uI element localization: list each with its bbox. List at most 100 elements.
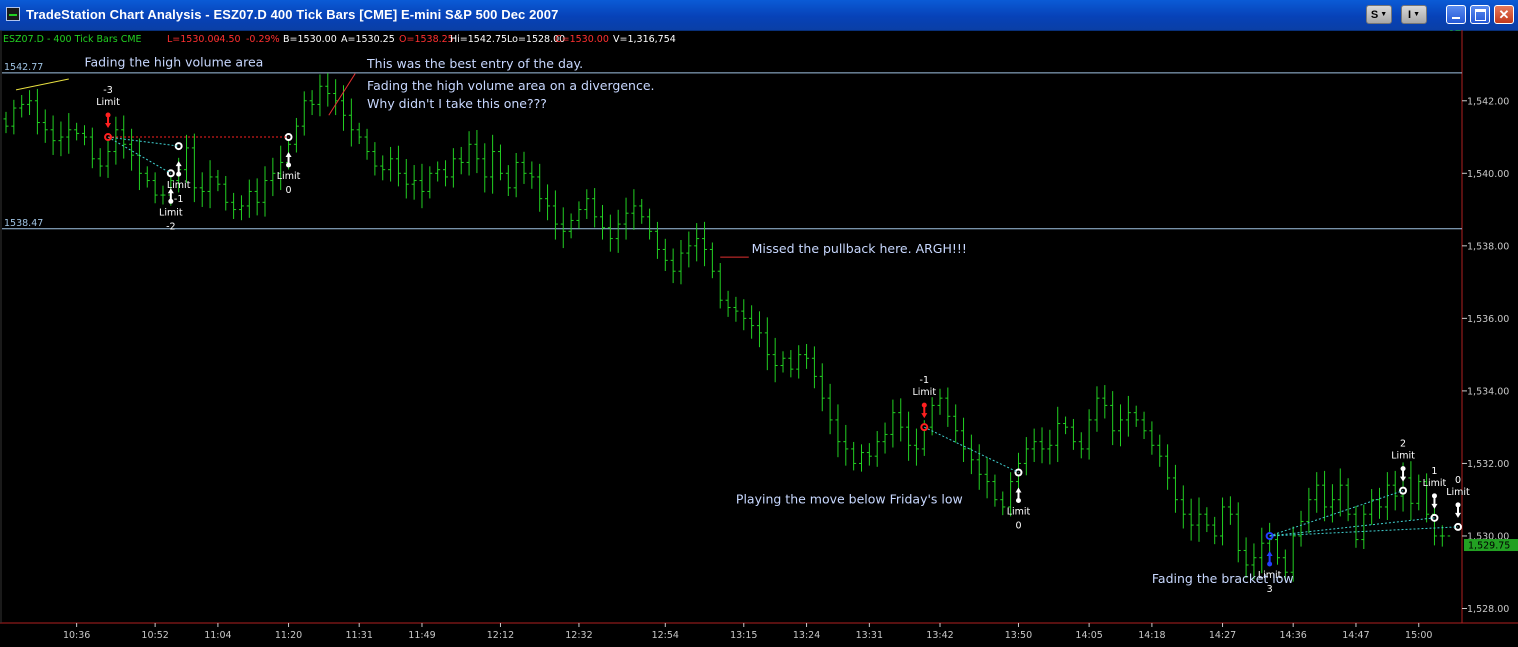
x-tick-label: 13:15 xyxy=(730,630,757,641)
position-label: -1 xyxy=(174,194,183,205)
y-tick-label: 1,534.00 xyxy=(1467,386,1509,397)
x-tick-label: 14:47 xyxy=(1342,630,1369,641)
x-tick-label: 13:50 xyxy=(1005,630,1032,641)
x-tick-label: 12:54 xyxy=(652,630,679,641)
status-symbol: ESZ07.D - 400 Tick Bars CME xyxy=(3,34,142,45)
position-label: -1 xyxy=(920,375,929,386)
y-tick-label: 1,542.00 xyxy=(1467,96,1509,107)
maximize-icon xyxy=(1474,8,1486,21)
dropdown-arrow-icon: ▼ xyxy=(1380,11,1388,18)
price-chart[interactable]: ESZ07.D - 400 Tick Bars CME L=1530.00 -4… xyxy=(0,30,1518,647)
position-label: 2 xyxy=(1400,439,1406,450)
close-icon: ✕ xyxy=(1498,7,1510,22)
annotation-text: Fading the high volume area on a diverge… xyxy=(367,78,654,93)
sell-arrow-dot xyxy=(105,112,111,118)
minimize-button[interactable] xyxy=(1446,5,1466,24)
window-title: TradeStation Chart Analysis - ESZ07.D 40… xyxy=(26,7,559,22)
status-line: ESZ07.D - 400 Tick Bars CME L=1530.00 -4… xyxy=(3,34,676,45)
dropdown-arrow-icon: ▼ xyxy=(1413,11,1420,18)
x-tick-label: 14:27 xyxy=(1209,630,1236,641)
status-last: L=1530.00 xyxy=(167,34,220,45)
x-tick-label: 11:20 xyxy=(275,630,302,641)
y-tick-label: 1,540.00 xyxy=(1467,169,1509,180)
x-tick-label: 11:04 xyxy=(204,630,231,641)
sell-arrow-head xyxy=(1455,512,1461,518)
buy-arrow-dot xyxy=(1015,497,1021,503)
title-bar: TradeStation Chart Analysis - ESZ07.D 40… xyxy=(0,0,1518,31)
annotation-text: Missed the pullback here. ARGH!!! xyxy=(752,241,967,256)
x-tick-label: 14:05 xyxy=(1075,630,1102,641)
x-tick-label: 10:52 xyxy=(141,630,168,641)
buy-arrow-dot xyxy=(176,171,182,177)
buy-arrow-dot xyxy=(168,198,174,204)
x-tick-label: 14:18 xyxy=(1138,630,1165,641)
annotation-text: Why didn't I take this one??? xyxy=(367,96,547,111)
s-menu-button[interactable]: S ▼ xyxy=(1366,5,1392,24)
close-button[interactable]: ✕ xyxy=(1494,5,1514,24)
buy-arrow-head xyxy=(285,152,292,158)
y-tick-label: 1,536.00 xyxy=(1467,314,1509,325)
order-type-label: Limit xyxy=(913,387,937,398)
x-tick-label: 11:49 xyxy=(408,630,435,641)
status-bid: B=1530.00 xyxy=(283,34,337,45)
sell-arrow-dot xyxy=(1455,502,1461,508)
order-type-label: Limit xyxy=(159,207,183,218)
sell-arrow-dot xyxy=(921,402,927,408)
position-label: 1 xyxy=(1431,466,1437,477)
last-price-label: 1,529.75 xyxy=(1468,541,1510,552)
buy-arrow-head xyxy=(1266,550,1273,556)
sell-arrow-head xyxy=(105,123,112,129)
y-tick-label: 1,532.00 xyxy=(1467,459,1509,470)
annotation-text: Playing the move below Friday's low xyxy=(736,491,963,506)
x-tick-label: 13:42 xyxy=(926,630,953,641)
status-ask: A=1530.25 xyxy=(341,34,395,45)
x-tick-label: 11:31 xyxy=(345,630,372,641)
buy-arrow-head xyxy=(1015,487,1022,493)
x-tick-label: 12:12 xyxy=(487,630,514,641)
trade-link xyxy=(1269,490,1404,537)
trade-markers: Limit-3Limit-2Limit-1Limit0Limit-1Limit0… xyxy=(96,85,1470,595)
annotations: Fading the high volume area This was the … xyxy=(84,54,1293,586)
y-tick-label: 1,528.00 xyxy=(1467,604,1509,615)
time-axis[interactable]: 10:36 10:52 11:04 11:20 11:31 11:49 12:12 12:32… xyxy=(63,623,1433,641)
tradestation-app-icon[interactable] xyxy=(6,7,20,21)
i-menu-button[interactable]: I ▼ xyxy=(1401,5,1427,24)
buy-arrow-dot xyxy=(1267,561,1273,567)
x-tick-label: 12:32 xyxy=(565,630,592,641)
position-label: 0 xyxy=(1455,475,1461,486)
order-type-label: Limit xyxy=(1423,478,1447,489)
order-type-label: Limit xyxy=(167,180,191,191)
price-line-label: 1538.47 xyxy=(4,218,43,229)
position-label: -3 xyxy=(103,85,112,96)
x-tick-label: 14:36 xyxy=(1279,630,1306,641)
annotation-text: Fading the high volume area xyxy=(84,54,263,69)
buy-arrow-dot xyxy=(286,162,292,168)
order-type-label: Limit xyxy=(96,97,120,108)
x-tick-label: 13:31 xyxy=(856,630,883,641)
order-type-label: Limit xyxy=(1391,451,1415,462)
trade-link xyxy=(107,136,179,147)
position-label: 0 xyxy=(286,185,292,196)
position-label: 0 xyxy=(1015,520,1021,531)
order-type-label: Limit xyxy=(1446,487,1470,498)
minimize-icon xyxy=(1452,17,1460,19)
trendline-segment xyxy=(15,78,69,91)
x-tick-label: 13:24 xyxy=(793,630,820,641)
trade-link xyxy=(1269,517,1435,537)
maximize-button[interactable] xyxy=(1470,5,1490,24)
price-axis[interactable]: 1,528.001,530.001,532.001,534.001,536.00… xyxy=(1462,96,1518,615)
status-volume: V=1,316,754 xyxy=(613,34,676,45)
annotation-text: Fading the bracket low xyxy=(1152,571,1294,586)
status-close: C=1530.00 xyxy=(555,34,609,45)
sell-arrow-head xyxy=(921,413,928,419)
y-tick-label: 1,538.00 xyxy=(1467,241,1509,252)
status-open: O=1538.25 xyxy=(399,34,454,45)
position-label: -2 xyxy=(166,221,175,232)
status-high: Hi=1542.75 xyxy=(450,34,507,45)
buy-arrow-head xyxy=(175,161,182,167)
price-bars xyxy=(3,30,1461,582)
sell-arrow-dot xyxy=(1431,493,1437,499)
sell-arrow-head xyxy=(1400,476,1407,482)
sell-arrow-head xyxy=(1431,503,1438,509)
order-type-label: Limit xyxy=(1007,506,1031,517)
